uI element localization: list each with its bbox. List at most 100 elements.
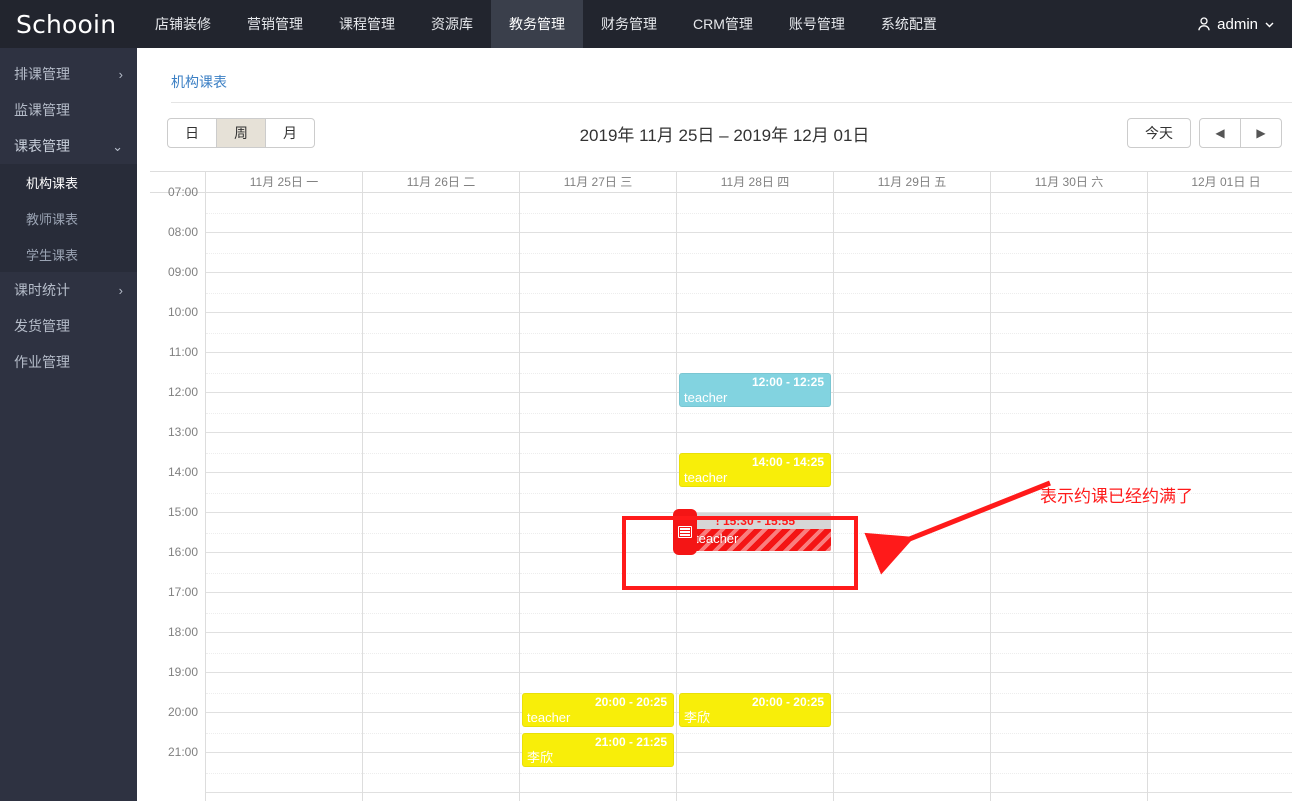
hour-cell[interactable] [991, 713, 1147, 753]
sidebar-item-1[interactable]: 监课管理 [0, 92, 137, 128]
hour-cell[interactable] [677, 313, 833, 353]
hour-cell[interactable] [363, 433, 519, 473]
hour-cell[interactable] [677, 273, 833, 313]
hour-cell[interactable] [991, 393, 1147, 433]
next-week-button[interactable]: ▶ [1240, 118, 1282, 148]
hour-cell[interactable] [520, 273, 676, 313]
hour-cell[interactable] [1148, 273, 1292, 313]
hour-cell[interactable] [520, 393, 676, 433]
hour-cell[interactable] [834, 673, 990, 713]
hour-cell[interactable] [991, 233, 1147, 273]
hour-cell[interactable] [1148, 313, 1292, 353]
hour-cell[interactable] [991, 753, 1147, 793]
day-column-0[interactable] [206, 193, 363, 801]
hour-cell[interactable] [363, 233, 519, 273]
day-header-6[interactable]: 12月 01日 日 [1148, 172, 1292, 192]
hour-cell[interactable] [834, 753, 990, 793]
hour-cell[interactable] [206, 513, 362, 553]
hour-cell[interactable] [520, 313, 676, 353]
hour-cell[interactable] [520, 513, 676, 553]
sidebar-item-4[interactable]: 发货管理 [0, 308, 137, 344]
hour-cell[interactable] [677, 753, 833, 793]
day-column-2[interactable]: 20:00 - 20:25 teacher 21:00 - 21:25 李欣 [520, 193, 677, 801]
topnav-item-0[interactable]: 店铺装修 [137, 0, 229, 48]
sidebar-subitem-1[interactable]: 教师课表 [0, 200, 137, 236]
prev-week-button[interactable]: ◀ [1199, 118, 1241, 148]
hour-cell[interactable] [206, 673, 362, 713]
hour-cell[interactable] [520, 233, 676, 273]
day-column-3[interactable]: 12:00 - 12:25 teacher 14:00 - 14:25 teacher… [673, 193, 834, 801]
hour-cell[interactable] [834, 633, 990, 673]
hour-cell[interactable] [834, 273, 990, 313]
hour-cell[interactable] [991, 633, 1147, 673]
hour-cell[interactable] [520, 473, 676, 513]
day-header-2[interactable]: 11月 27日 三 [520, 172, 677, 192]
hour-cell[interactable] [1148, 393, 1292, 433]
topnav-item-1[interactable]: 营销管理 [229, 0, 321, 48]
hour-cell[interactable] [363, 713, 519, 753]
hour-cell[interactable] [834, 313, 990, 353]
topnav-item-3[interactable]: 资源库 [413, 0, 491, 48]
user-menu[interactable]: admin [1196, 0, 1292, 48]
hour-cell[interactable] [991, 673, 1147, 713]
hour-cell[interactable] [363, 313, 519, 353]
hour-cell[interactable] [991, 353, 1147, 393]
hour-cell[interactable] [1148, 193, 1292, 233]
hour-cell[interactable] [1148, 433, 1292, 473]
hour-cell[interactable] [520, 633, 676, 673]
hour-cell[interactable] [363, 273, 519, 313]
hour-cell[interactable] [834, 433, 990, 473]
sidebar-item-5[interactable]: 作业管理 [0, 344, 137, 380]
topnav-item-6[interactable]: CRM管理 [675, 0, 771, 48]
hour-cell[interactable] [363, 593, 519, 633]
sidebar-item-2[interactable]: 课表管理 ⌄ [0, 128, 137, 164]
hour-cell[interactable] [1148, 513, 1292, 553]
hour-cell[interactable] [834, 553, 990, 593]
hour-cell[interactable] [834, 473, 990, 513]
calendar-event-1[interactable]: 14:00 - 14:25 teacher [679, 453, 831, 487]
hour-cell[interactable] [834, 193, 990, 233]
day-header-5[interactable]: 11月 30日 六 [991, 172, 1148, 192]
app-logo[interactable]: Schooin [0, 0, 137, 48]
hour-cell[interactable] [363, 353, 519, 393]
hour-cell[interactable] [991, 193, 1147, 233]
hour-cell[interactable] [206, 193, 362, 233]
day-header-1[interactable]: 11月 26日 二 [363, 172, 520, 192]
hour-cell[interactable] [363, 513, 519, 553]
hour-cell[interactable] [520, 593, 676, 633]
topnav-item-4[interactable]: 教务管理 [491, 0, 583, 48]
hour-cell[interactable] [991, 593, 1147, 633]
breadcrumb[interactable]: 机构课表 [137, 48, 1292, 102]
hour-cell[interactable] [363, 673, 519, 713]
topnav-item-8[interactable]: 系统配置 [863, 0, 955, 48]
sidebar-subitem-2[interactable]: 学生课表 [0, 236, 137, 272]
hour-cell[interactable] [206, 313, 362, 353]
hour-cell[interactable] [206, 553, 362, 593]
sidebar-item-3[interactable]: 课时统计 › [0, 272, 137, 308]
day-header-4[interactable]: 11月 29日 五 [834, 172, 991, 192]
hour-cell[interactable] [206, 393, 362, 433]
hour-cell[interactable] [1148, 713, 1292, 753]
day-header-0[interactable]: 11月 25日 一 [206, 172, 363, 192]
hour-cell[interactable] [991, 273, 1147, 313]
day-column-4[interactable] [834, 193, 991, 801]
hour-cell[interactable] [1148, 753, 1292, 793]
hour-cell[interactable] [677, 233, 833, 273]
hour-cell[interactable] [206, 433, 362, 473]
topnav-item-7[interactable]: 账号管理 [771, 0, 863, 48]
hour-cell[interactable] [206, 633, 362, 673]
hour-cell[interactable] [677, 633, 833, 673]
hour-cell[interactable] [206, 473, 362, 513]
day-column-1[interactable] [363, 193, 520, 801]
hour-cell[interactable] [363, 193, 519, 233]
view-button-0[interactable]: 日 [167, 118, 217, 148]
list-icon-badge[interactable] [673, 509, 697, 555]
hour-cell[interactable] [363, 473, 519, 513]
hour-cell[interactable] [1148, 593, 1292, 633]
view-button-2[interactable]: 月 [265, 118, 315, 148]
calendar-event-2[interactable]: 20:00 - 20:25 teacher [522, 693, 674, 727]
hour-cell[interactable] [363, 633, 519, 673]
hour-cell[interactable] [206, 233, 362, 273]
calendar-event-4[interactable]: 21:00 - 21:25 李欣 [522, 733, 674, 767]
hour-cell[interactable] [520, 433, 676, 473]
